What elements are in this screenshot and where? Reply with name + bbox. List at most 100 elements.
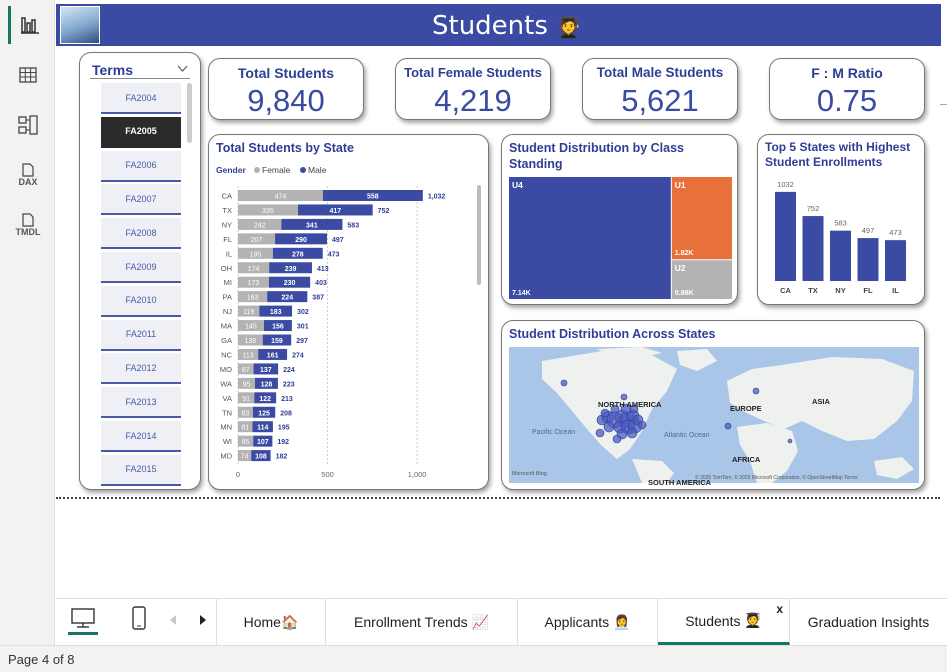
female-data-label: 138 bbox=[245, 338, 257, 345]
y-category-label: OH bbox=[221, 264, 232, 273]
term-option[interactable]: FA2010 bbox=[101, 285, 181, 317]
total-data-label: 213 bbox=[281, 396, 293, 403]
kpi-title: Total Students bbox=[237, 65, 335, 81]
slicer-scrollbar[interactable] bbox=[187, 83, 192, 143]
y-category-label: MD bbox=[220, 452, 232, 461]
map-bubble[interactable] bbox=[637, 420, 647, 430]
dax-query-view-icon[interactable]: DAX bbox=[8, 156, 48, 194]
label-europe: EUROPE bbox=[730, 404, 762, 413]
term-option[interactable]: FA2006 bbox=[101, 150, 181, 182]
female-data-label: 85 bbox=[242, 439, 250, 446]
tab-home[interactable]: Home 🏠 bbox=[216, 599, 326, 645]
treemap-tile[interactable] bbox=[509, 177, 671, 299]
female-data-label: 195 bbox=[250, 251, 262, 258]
y-category-label: MN bbox=[220, 423, 232, 432]
state-bar-chart: Gender Female Male 0 500 1,000 CA 474 558 1,032 TX… bbox=[216, 165, 481, 479]
legend-label[interactable]: Female bbox=[262, 165, 291, 175]
top5-bar[interactable] bbox=[830, 230, 851, 281]
total-data-label: 583 bbox=[347, 222, 359, 229]
total-data-label: 387 bbox=[312, 295, 324, 302]
map-bubble[interactable] bbox=[752, 387, 760, 395]
map-bubble[interactable] bbox=[595, 428, 605, 438]
tab-graduation-label: Graduation Insights bbox=[807, 614, 930, 630]
total-data-label: 223 bbox=[283, 381, 295, 388]
tab-graduation-insights[interactable]: Graduation Insights bbox=[790, 599, 947, 645]
term-option[interactable]: FA2011 bbox=[101, 319, 181, 351]
total-data-label: 473 bbox=[328, 251, 340, 258]
tab-students[interactable]: Students 🧑‍🎓 x bbox=[658, 599, 790, 645]
y-category-label: TX bbox=[222, 206, 232, 215]
male-data-label: 156 bbox=[272, 324, 284, 331]
term-option[interactable]: FA2013 bbox=[101, 387, 181, 419]
mobile-layout-icon[interactable] bbox=[128, 605, 150, 633]
male-data-label: 125 bbox=[258, 410, 270, 417]
table-view-icon[interactable] bbox=[8, 56, 48, 94]
female-data-label: 91 bbox=[242, 396, 250, 403]
x-tick-label: 500 bbox=[321, 470, 334, 479]
label-atlantic-ocean: Atlantic Ocean bbox=[664, 432, 710, 439]
top5-bar-chart: 1032 CA 752 TX 583 NY 497 FL 473 IL bbox=[775, 180, 906, 295]
terms-slicer[interactable]: Terms FA2004 FA2005 FA2006 FA2007 FA2008 FA20… bbox=[79, 52, 201, 490]
map-bubble[interactable] bbox=[787, 438, 793, 444]
top5-category-label: FL bbox=[863, 286, 873, 295]
top5-states-card[interactable]: Top 5 States with Highest Student Enroll… bbox=[757, 134, 925, 305]
map-bubble[interactable] bbox=[560, 379, 568, 387]
top5-bar[interactable] bbox=[857, 238, 879, 281]
desktop-layout-icon[interactable] bbox=[68, 605, 98, 635]
map-bubble[interactable] bbox=[612, 434, 622, 444]
model-view-icon[interactable] bbox=[8, 106, 48, 144]
term-option[interactable]: FA2012 bbox=[101, 353, 181, 385]
map-bubble[interactable] bbox=[724, 422, 732, 430]
male-data-label: 341 bbox=[306, 222, 318, 229]
report-header: Students 🧑‍🎓 bbox=[56, 4, 941, 46]
male-data-label: 108 bbox=[255, 454, 267, 461]
label-africa: AFRICA bbox=[732, 455, 761, 464]
term-option[interactable]: FA2015 bbox=[101, 454, 181, 486]
term-option[interactable]: FA2005 bbox=[101, 116, 181, 148]
tab-scroll-left-icon[interactable] bbox=[168, 613, 178, 631]
chart-scrollbar[interactable] bbox=[477, 185, 481, 285]
top5-data-label: 473 bbox=[889, 228, 902, 237]
tab-scroll-right-icon[interactable] bbox=[198, 613, 208, 631]
label-asia: ASIA bbox=[812, 397, 831, 406]
female-data-label: 242 bbox=[254, 222, 266, 229]
male-data-label: 183 bbox=[270, 309, 282, 316]
map-attribution[interactable]: © 2025 TomTom, © 2025 Microsoft Corporat… bbox=[695, 474, 858, 481]
tab-applicants[interactable]: Applicants 👩‍💼 bbox=[518, 599, 658, 645]
term-option[interactable]: FA2008 bbox=[101, 218, 181, 250]
x-tick-label: 1,000 bbox=[408, 470, 427, 479]
female-data-label: 87 bbox=[242, 367, 250, 374]
y-category-label: CA bbox=[222, 192, 232, 201]
term-option[interactable]: FA2004 bbox=[101, 83, 181, 114]
term-option[interactable]: FA2009 bbox=[101, 252, 181, 283]
map-card[interactable]: Student Distribution Across States NORTH… bbox=[501, 320, 925, 490]
class-standing-card[interactable]: Student Distribution by Class Standing U… bbox=[501, 134, 738, 305]
female-data-label: 163 bbox=[247, 295, 259, 302]
tab-students-emoji: 🧑‍🎓 bbox=[744, 612, 762, 628]
tmdl-view-icon[interactable]: TMDL bbox=[8, 206, 48, 244]
term-option[interactable]: FA2007 bbox=[101, 184, 181, 216]
legend-label[interactable]: Male bbox=[308, 165, 327, 175]
male-data-label: 122 bbox=[259, 396, 271, 403]
tab-enrollment-trends[interactable]: Enrollment Trends 📈 bbox=[326, 599, 518, 645]
tab-home-emoji: 🏠 bbox=[280, 613, 299, 630]
close-tab-icon[interactable]: x bbox=[776, 602, 783, 616]
map-bubble[interactable] bbox=[600, 408, 610, 418]
male-data-label: 137 bbox=[260, 367, 272, 374]
state-chart-card[interactable]: Total Students by State Gender Female Male… bbox=[208, 134, 489, 490]
report-view-icon[interactable] bbox=[8, 6, 48, 44]
top5-bar[interactable] bbox=[775, 191, 796, 281]
map-bubble[interactable] bbox=[603, 421, 615, 433]
y-category-label: PA bbox=[223, 293, 232, 302]
status-bar: Page 4 of 8 bbox=[0, 645, 947, 672]
map-bubble[interactable] bbox=[626, 427, 638, 439]
top5-bar[interactable] bbox=[802, 216, 824, 281]
kpi-total-male-students: Total Male Students 5,621 bbox=[582, 58, 738, 120]
female-data-label: 95 bbox=[243, 381, 251, 388]
top5-bar[interactable] bbox=[885, 240, 906, 281]
terms-slicer-header[interactable]: Terms bbox=[90, 61, 190, 79]
term-option[interactable]: FA2014 bbox=[101, 421, 181, 452]
y-category-label: VA bbox=[223, 394, 232, 403]
world-map[interactable]: NORTH AMERICA EUROPE ASIA AFRICA SOUTH A… bbox=[502, 321, 926, 491]
chevron-down-icon[interactable] bbox=[177, 65, 188, 73]
